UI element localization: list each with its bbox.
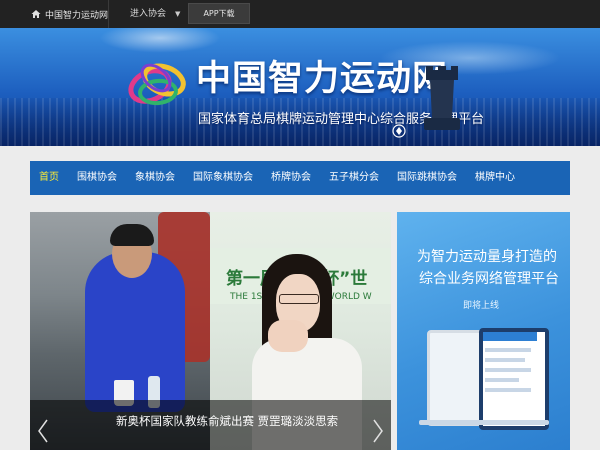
main-nav: 首页 围棋协会 象棋协会 国际象棋协会 桥牌协会 五子棋分会 国际跳棋协会 棋牌… bbox=[30, 161, 570, 195]
site-logo-icon[interactable] bbox=[120, 48, 200, 118]
enter-association-link[interactable]: 进入协会 bbox=[130, 0, 166, 28]
nav-item-chess[interactable]: 国际象棋协会 bbox=[184, 161, 262, 195]
app-download-button[interactable]: APP下载 bbox=[188, 3, 250, 24]
nav-item-xiangqi[interactable]: 象棋协会 bbox=[126, 161, 184, 195]
tablet-screen-line bbox=[485, 388, 531, 392]
nav-item-bridge[interactable]: 桥牌协会 bbox=[262, 161, 320, 195]
photo-figure bbox=[268, 320, 308, 352]
nav-item-home[interactable]: 首页 bbox=[30, 161, 68, 195]
home-link-label: 中国智力运动网 bbox=[45, 10, 109, 21]
divider bbox=[108, 0, 109, 28]
nav-item-draughts[interactable]: 国际跳棋协会 bbox=[388, 161, 466, 195]
promo-headline: 为智力运动量身打造的 bbox=[417, 249, 557, 265]
tablet-screen-header bbox=[483, 332, 537, 341]
nav-item-center[interactable]: 棋牌中心 bbox=[466, 161, 524, 195]
device-base bbox=[419, 420, 549, 425]
chevron-left-icon[interactable] bbox=[36, 418, 50, 444]
photo-figure bbox=[110, 224, 154, 246]
nav-item-weiqi[interactable]: 围棋协会 bbox=[68, 161, 126, 195]
site-title: 中国智力运动网 bbox=[196, 59, 449, 99]
platform-promo[interactable]: 为智力运动量身打造的 综合业务网络管理平台 即将上线 bbox=[397, 212, 570, 450]
promo-coming-soon: 即将上线 bbox=[463, 301, 500, 311]
tablet-screen-line bbox=[485, 378, 519, 382]
chess-rook-icon bbox=[424, 66, 460, 130]
emblem-icon bbox=[392, 124, 406, 138]
top-bar: 中国智力运动网 进入协会 ▼ APP下载 bbox=[0, 0, 600, 28]
photo-figure bbox=[279, 294, 319, 304]
promo-headline-2: 综合业务网络管理平台 bbox=[419, 271, 559, 287]
news-slider[interactable]: 第一届“新奥杯”世 THE 1ST XIN'AO CUP WORLD W 新奥杯… bbox=[30, 212, 391, 450]
chevron-down-icon[interactable]: ▼ bbox=[175, 0, 180, 28]
tablet-screen-line bbox=[485, 358, 525, 362]
home-link[interactable]: 中国智力运动网 bbox=[31, 0, 108, 28]
chevron-right-icon[interactable] bbox=[371, 418, 385, 444]
nav-item-gomoku[interactable]: 五子棋分会 bbox=[320, 161, 388, 195]
tablet-screen-line bbox=[485, 348, 531, 352]
tablet-screen-line bbox=[485, 368, 531, 372]
header-banner: 中国智力运动网 国家体育总局棋牌运动管理中心综合服务管理平台 bbox=[0, 28, 600, 146]
slide-caption[interactable]: 新奥杯国家队教练俞斌出赛 贾罡璐淡淡思索 bbox=[116, 413, 338, 429]
home-icon bbox=[31, 10, 41, 18]
